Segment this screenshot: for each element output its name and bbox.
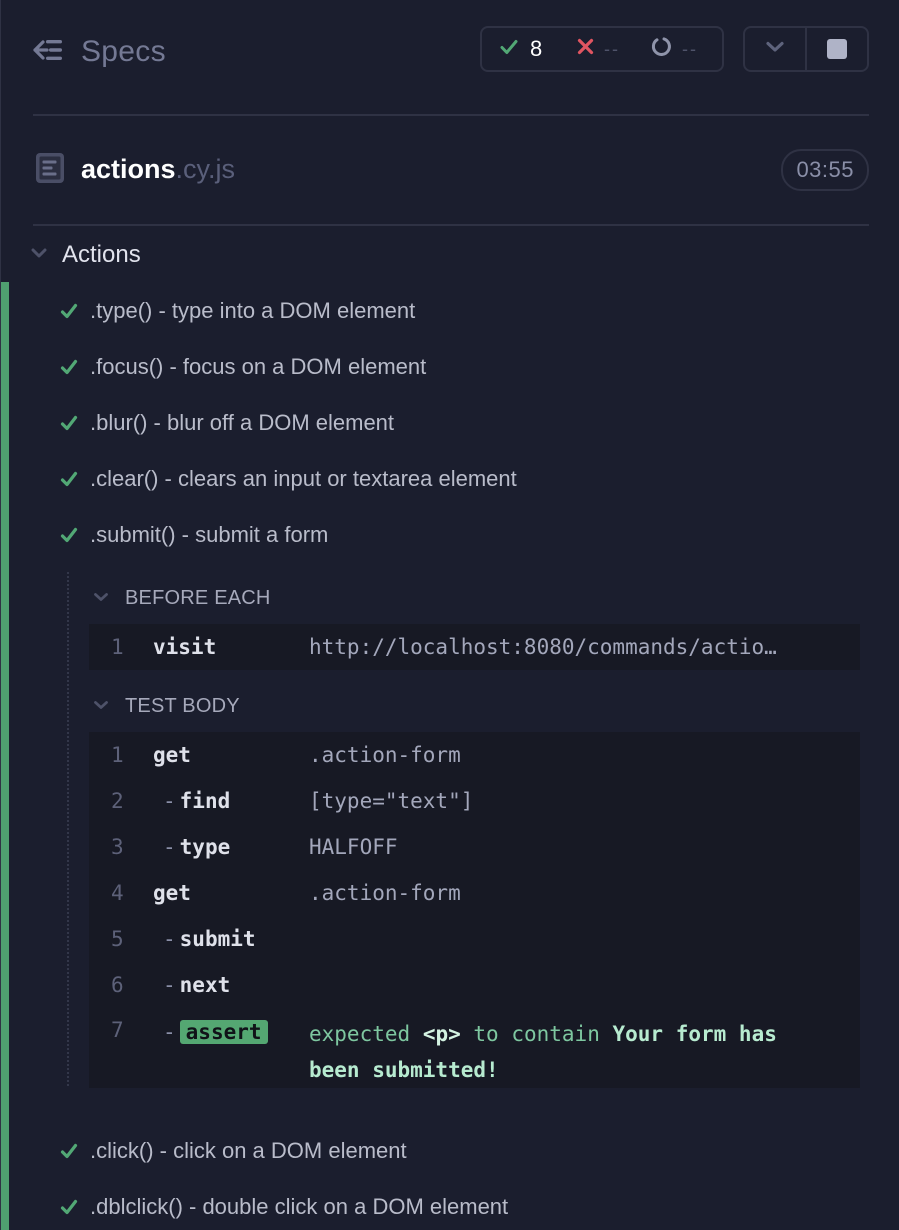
spec-file-ext: .cy.js [175,154,236,184]
test-row[interactable]: .focus() - focus on a DOM element [60,349,426,385]
command-name-wrap: - assert [163,1020,268,1044]
command-message: .action-form [309,743,461,767]
test-row[interactable]: .dblclick() - double click on a DOM elem… [60,1189,508,1225]
test-title: .click() - click on a DOM element [90,1138,407,1163]
duration-badge: 03:55 [781,149,869,191]
file-divider [33,224,869,226]
check-icon [500,39,518,60]
test-title: .focus() - focus on a DOM element [90,354,427,379]
hook-test-body[interactable]: TEST BODY [93,690,240,722]
before-each-commands: 1 visit http://localhost:8080/commands/a… [89,624,860,670]
assert-subject: <p> [422,1022,461,1046]
failed-count: -- [604,38,620,59]
command-name: next [179,973,231,997]
command-number: 2 [111,789,124,813]
check-icon [60,302,78,320]
back-list-icon [33,38,63,67]
command-name: get [153,743,191,767]
reporter-header: Specs 8 -- -- [33,26,869,76]
command-number: 1 [111,743,124,767]
chevron-down-icon [765,40,785,59]
assert-badge: assert [179,1020,268,1044]
x-icon [577,38,594,60]
document-icon [35,152,65,189]
specs-label: Specs [81,35,166,68]
test-row-expanded[interactable]: .submit() - submit a form [60,517,328,553]
stop-icon [827,39,847,59]
command-name-wrap: - find [163,789,231,813]
assert-expected: expected [309,1022,411,1046]
test-row[interactable]: .clear() - clears an input or textarea e… [60,461,517,497]
test-row[interactable]: .type() - type into a DOM element [60,293,415,329]
test-title: .clear() - clears an input or textarea e… [90,466,517,491]
specs-button[interactable]: Specs [33,32,166,72]
test-row[interactable]: .click() - click on a DOM element [60,1133,407,1169]
check-icon [60,1198,78,1216]
check-icon [60,1142,78,1160]
check-icon [60,358,78,376]
hook-before-each[interactable]: BEFORE EACH [93,582,271,614]
chevron-down-icon [93,589,109,607]
command-name: find [179,789,231,813]
assert-message: expected <p> to contain Your form has be… [309,1016,829,1088]
run-controls [743,26,869,72]
command-visit[interactable]: 1 visit http://localhost:8080/commands/a… [89,624,860,670]
check-icon [60,470,78,488]
stop-button[interactable] [807,28,867,70]
toggle-auto-scroll-button[interactable] [745,28,807,70]
suite-passed-indicator [1,282,9,1230]
command-name-wrap: - submit [163,927,256,951]
command-message: [type="text"] [309,789,474,813]
test-stats: 8 -- -- [480,26,724,72]
command-name: visit [153,635,217,659]
command-name-wrap: - type [163,835,231,859]
check-icon [60,526,78,544]
pending-count: -- [682,38,698,59]
command-number: 6 [111,973,124,997]
spec-file-row: actions.cy.js 03:55 [33,142,869,198]
hook-label: BEFORE EACH [125,586,271,609]
suite-actions[interactable]: Actions [30,236,141,274]
test-title: .dblclick() - double click on a DOM elem… [90,1194,509,1219]
command-submit[interactable]: 5 - submit [89,916,860,962]
command-get[interactable]: 1 get .action-form [89,732,860,778]
command-get[interactable]: 4 get .action-form [89,870,860,916]
command-assert[interactable]: 7 - assert expected <p> to contain Your f… [89,1008,860,1088]
hook-label: TEST BODY [125,694,240,717]
test-title: .type() - type into a DOM element [90,298,416,323]
command-number: 5 [111,927,124,951]
command-number: 3 [111,835,124,859]
test-title: .blur() - blur off a DOM element [90,410,395,435]
command-name: submit [179,927,256,951]
test-body-commands: 1 get .action-form 2 - find [type="text"]… [89,732,860,1088]
passed-count: 8 [530,36,543,61]
header-divider [33,114,869,116]
command-name-wrap: - next [163,973,231,997]
chevron-down-icon [93,697,109,715]
assert-verb: to contain [473,1022,600,1046]
command-name: get [153,881,191,905]
chevron-down-icon [30,246,48,264]
command-message: http://localhost:8080/commands/actio… [309,635,777,659]
command-name: type [179,835,231,859]
tree-guide-line [67,572,69,1086]
command-number: 1 [111,635,124,659]
test-title: .submit() - submit a form [90,522,329,547]
command-next[interactable]: 6 - next [89,962,860,1008]
failed-stat: -- [577,28,620,70]
pending-spinner-icon [651,36,672,62]
spec-file-name[interactable]: actions.cy.js [81,154,235,185]
passed-stat: 8 [500,28,542,70]
pending-stat: -- [651,28,698,70]
command-find[interactable]: 2 - find [type="text"] [89,778,860,824]
command-type[interactable]: 3 - type HALFOFF [89,824,860,870]
command-message: HALFOFF [309,835,398,859]
command-message: .action-form [309,881,461,905]
suite-title: Actions [62,241,141,268]
check-icon [60,414,78,432]
spec-file-base: actions [81,154,176,184]
command-number: 7 [111,1018,124,1042]
test-row[interactable]: .blur() - blur off a DOM element [60,405,394,441]
command-number: 4 [111,881,124,905]
